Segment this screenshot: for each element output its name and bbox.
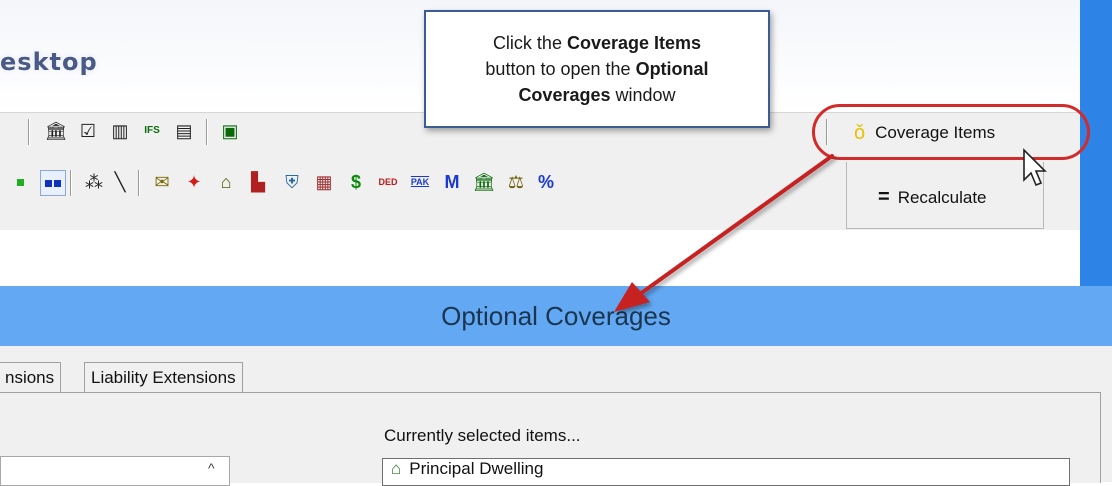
equals-icon: = [878,186,890,208]
callout-text-part: window [610,85,676,105]
scales-icon[interactable]: ⚖ [504,170,528,194]
scroll-up-icon[interactable]: ^ [208,460,215,476]
bank-icon[interactable]: 🏛 [472,170,496,194]
gift-icon[interactable]: ▦ [312,170,336,194]
dialog-title: Optional Coverages [441,300,671,331]
dialog-titlebar: Optional Coverages [0,286,1112,346]
dollar-doc-icon[interactable]: ▣ [218,119,242,143]
currently-selected-label: Currently selected items... [384,426,581,445]
wand-icon[interactable]: ╲ [108,170,132,194]
callout-bold-part: Optional [635,59,709,79]
ded-icon[interactable]: DED [376,170,400,194]
toolbar-separator [206,119,208,145]
callout-text-part: Click the [492,33,567,53]
callout-bold-part: Coverage Items [566,33,702,53]
instruction-callout: Click the Coverage Items button to open … [424,10,770,128]
ring-icon: ǒ [854,121,866,144]
clipboard-icon[interactable]: ☑ [76,119,100,143]
toolbar-separator [28,119,30,145]
house-icon: ⌂ [391,459,402,478]
coverage-items-button[interactable]: ǒ Coverage Items [838,118,1064,148]
m-icon[interactable]: M [440,170,464,194]
mouse-cursor-icon [1023,148,1047,187]
wand-icon[interactable]: ⁂ [82,170,106,194]
ifs-icon[interactable]: IFS [140,119,164,143]
toolbar-separator [826,119,828,145]
house-icon[interactable]: ⌂ [214,170,238,194]
percent-icon[interactable]: % [534,170,558,194]
shield-icon[interactable]: ⛨ [280,170,304,194]
pdf-icon[interactable]: ▤ [172,119,196,143]
recalculate-button[interactable]: = Recalculate [878,186,987,209]
pak-icon[interactable]: PAK [408,170,432,194]
envelope-icon[interactable]: ✉ [150,170,174,194]
canada-flag-icon[interactable]: ✦ [182,170,206,194]
toolbar-separator [138,170,140,196]
list-item[interactable]: Principal Dwelling [409,459,543,479]
green-square-icon[interactable] [8,170,32,194]
toolbar-separator [70,170,72,196]
coverage-items-label: Coverage Items [875,123,996,142]
recalculate-label: Recalculate [897,187,987,207]
blue-squares-icon[interactable] [40,170,66,196]
tab-extensions[interactable]: nsions [0,362,62,393]
app-title: esktop [0,48,98,76]
tab-liability-extensions[interactable]: Liability Extensions [84,362,243,393]
book-icon[interactable]: ▥ [108,119,132,143]
dollar-icon[interactable]: $ [344,170,368,194]
factory-icon[interactable]: ▙ [246,170,270,194]
callout-bold-part: Coverages [518,85,611,105]
callout-text-part: button to open the [485,59,636,79]
content-area [0,230,1080,286]
callout-text: Click the Coverage Items button to open … [485,30,708,108]
building-icon[interactable]: 🏛 [44,119,68,143]
window-edge-bar [1080,0,1112,300]
